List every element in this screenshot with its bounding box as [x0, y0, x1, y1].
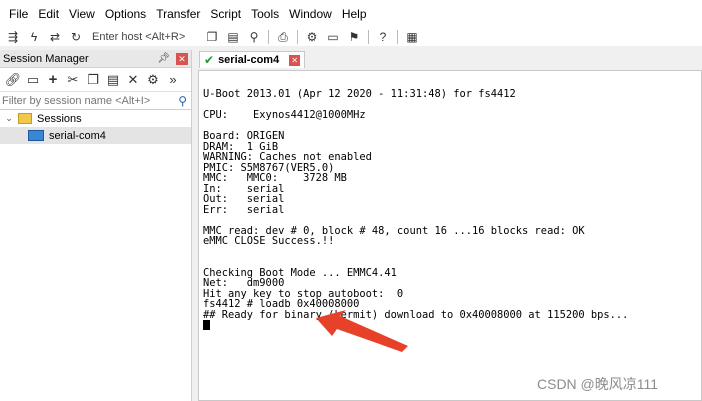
- tree-session-label: serial-com4: [49, 129, 106, 142]
- menu-transfer[interactable]: Transfer: [151, 0, 205, 28]
- tab-label: serial-com4: [218, 54, 280, 66]
- menu-file[interactable]: File: [4, 0, 33, 28]
- terminal-line: Net: dm9000: [203, 277, 285, 289]
- toolbar-divider: [297, 30, 298, 44]
- session-toolbar: 🔗︎ ▭ + ✂ ❐ ▤ ✕ ⚙ »: [0, 68, 191, 92]
- session-manager-panel: Session Manager 📌︎ ✕ 🔗︎ ▭ + ✂ ❐ ▤ ✕ ⚙ » …: [0, 50, 192, 401]
- properties-icon[interactable]: ⚙: [146, 72, 160, 87]
- keymap-icon[interactable]: ⚑: [347, 30, 361, 44]
- session-filter: ⚲: [0, 92, 191, 110]
- terminal-line: U-Boot 2013.01 (Apr 12 2020 - 11:31:48) …: [203, 88, 516, 100]
- terminal-line: MMC: MMC0: 3728 MB: [203, 172, 347, 184]
- search-icon[interactable]: ⚲: [178, 94, 187, 108]
- terminal-line: ## Ready for binary (kermit) download to…: [203, 308, 629, 321]
- terminal-view[interactable]: U-Boot 2013.01 (Apr 12 2020 - 11:31:48) …: [198, 70, 702, 401]
- terminal-line: fs4412 # loadb 0x40008000: [203, 298, 360, 310]
- terminal-cursor: [203, 320, 210, 330]
- connect-icon[interactable]: ⇶: [6, 30, 20, 44]
- menu-script[interactable]: Script: [205, 0, 246, 28]
- terminal-line: eMMC CLOSE Success.!!: [203, 235, 335, 247]
- tree-folder-sessions[interactable]: ⌄ Sessions: [0, 110, 191, 127]
- log-icon[interactable]: ▦: [405, 30, 419, 44]
- menu-tools[interactable]: Tools: [246, 0, 284, 28]
- cut-icon[interactable]: ✂: [66, 72, 80, 87]
- paste-icon[interactable]: ▤: [226, 30, 240, 44]
- terminal-line: WARNING: Caches not enabled: [203, 151, 372, 163]
- toolbar-divider: [268, 30, 269, 44]
- help-icon[interactable]: ?: [376, 30, 390, 44]
- menu-edit[interactable]: Edit: [33, 0, 64, 28]
- terminal-line: Err: serial: [203, 203, 285, 216]
- link-icon[interactable]: 🔗︎: [5, 72, 22, 87]
- terminal-line: CPU: Exynos4412@1000MHz: [203, 109, 366, 121]
- copy-icon[interactable]: ❐: [205, 30, 219, 44]
- session-filter-input[interactable]: [2, 94, 167, 107]
- delete-icon[interactable]: ✕: [126, 72, 140, 87]
- menu-options[interactable]: Options: [100, 0, 151, 28]
- more-icon[interactable]: »: [166, 72, 180, 87]
- main-area: ✔ serial-com4 ✕ U-Boot 2013.01 (Apr 12 2…: [193, 50, 702, 401]
- toolbar-divider: [368, 30, 369, 44]
- menu-window[interactable]: Window: [284, 0, 337, 28]
- settings-icon[interactable]: ⚙: [305, 30, 319, 44]
- menu-bar: File Edit View Options Transfer Script T…: [0, 0, 702, 28]
- connected-check-icon: ✔: [204, 53, 215, 67]
- host-input[interactable]: Enter host <Alt+R>: [92, 31, 192, 43]
- session-manager-header: Session Manager 📌︎ ✕: [0, 50, 191, 68]
- menu-view[interactable]: View: [64, 0, 100, 28]
- monitor-icon: [28, 130, 44, 141]
- close-icon[interactable]: ✕: [176, 52, 188, 65]
- session-manager-title: Session Manager: [3, 52, 89, 65]
- toolbar-divider: [397, 30, 398, 44]
- collapse-icon[interactable]: ⌄: [2, 113, 16, 124]
- terminal-cursor-line: [203, 320, 628, 331]
- add-icon[interactable]: +: [46, 71, 60, 88]
- tab-icon[interactable]: ▭: [26, 72, 40, 87]
- pin-icon[interactable]: 📌︎: [157, 53, 170, 64]
- watermark: CSDN @晚风凉111: [537, 376, 659, 392]
- tab-serial-com4[interactable]: ✔ serial-com4 ✕: [199, 51, 306, 68]
- terminal-line: Out: serial: [203, 193, 285, 205]
- print-icon[interactable]: ⎙: [276, 30, 290, 44]
- paste-icon[interactable]: ▤: [106, 72, 120, 87]
- connect-in-tab-icon[interactable]: ↻: [69, 30, 83, 44]
- tree-folder-label: Sessions: [37, 112, 82, 125]
- quick-connect-icon[interactable]: ϟ: [27, 30, 41, 44]
- toolbar: ⇶ ϟ ⇄ ↻ Enter host <Alt+R> ❐ ▤ ⚲ ⎙ ⚙ ▭ ⚑…: [0, 28, 702, 46]
- terminal-line: Board: ORIGEN: [203, 130, 285, 142]
- reconnect-icon[interactable]: ⇄: [48, 30, 62, 44]
- copy-icon[interactable]: ❐: [86, 72, 100, 87]
- tab-strip: ✔ serial-com4 ✕: [193, 50, 702, 68]
- tab-close-icon[interactable]: ✕: [289, 54, 301, 66]
- menu-help[interactable]: Help: [337, 0, 372, 28]
- terminal-output: U-Boot 2013.01 (Apr 12 2020 - 11:31:48) …: [203, 89, 628, 331]
- folder-icon: [18, 113, 32, 124]
- find-icon[interactable]: ⚲: [247, 30, 261, 44]
- session-options-icon[interactable]: ▭: [326, 30, 340, 44]
- tree-session-serial-com4[interactable]: serial-com4: [0, 127, 191, 144]
